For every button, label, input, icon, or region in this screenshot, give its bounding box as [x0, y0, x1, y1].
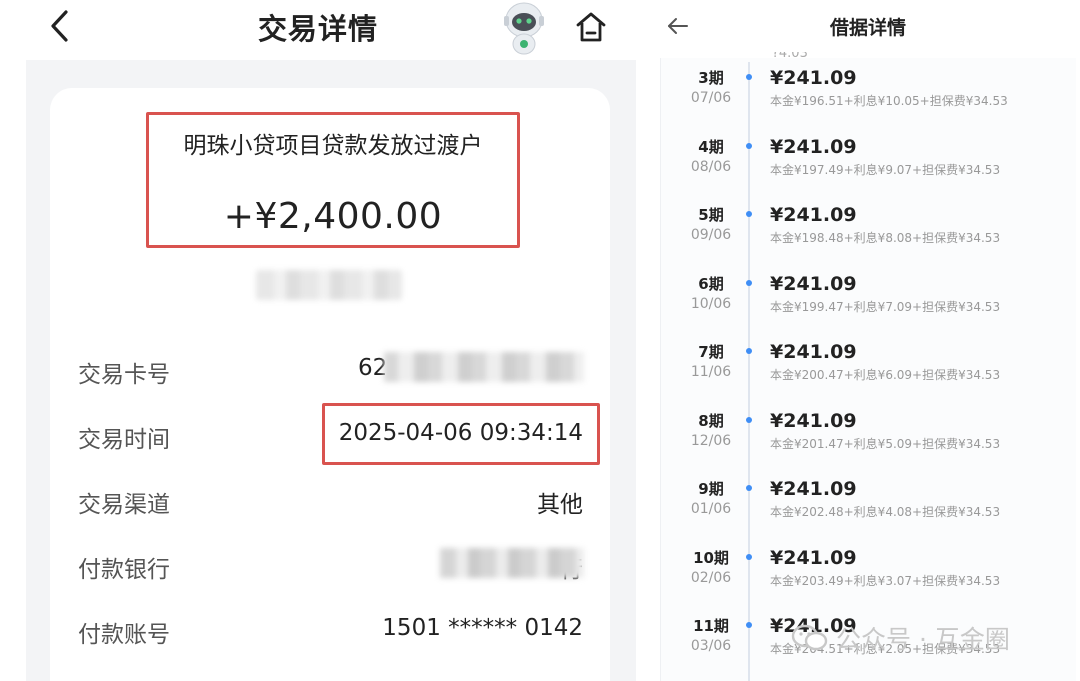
timeline-dot: [746, 280, 752, 286]
channel-value: 其他: [537, 492, 583, 518]
installment-item[interactable]: ¥241.09 本金¥202.48+利息¥4.08+担保费¥34.53: [770, 477, 1000, 521]
installment-item[interactable]: ¥241.09 本金¥197.49+利息¥9.07+担保费¥34.53: [770, 135, 1000, 179]
timeline-dot: [746, 417, 752, 423]
header-bar: 交易详情: [0, 0, 636, 58]
transaction-amount: +¥2,400.00: [223, 196, 443, 237]
timeline-line: [748, 62, 750, 681]
payer-account-label: 付款账号: [78, 622, 170, 648]
installment-item[interactable]: ¥241.09 本金¥198.48+利息¥8.08+担保费¥34.53: [770, 203, 1000, 247]
timeline-dot: [746, 143, 752, 149]
wechat-icon: [791, 624, 828, 651]
watermark-text: 公众号 · 互金圈: [836, 625, 1010, 654]
installment-period: 5期 09/06: [690, 206, 732, 243]
transaction-time-value: 2025-04-06 09:34:14: [338, 420, 583, 446]
blurred-bank-name: [440, 548, 584, 578]
installment-item[interactable]: ¥241.09 本金¥199.47+利息¥7.09+担保费¥34.53: [770, 272, 1000, 316]
installment-item[interactable]: ¥241.09 本金¥200.47+利息¥6.09+担保费¥34.53: [770, 340, 1000, 384]
installment-item[interactable]: ¥241.09 本金¥201.47+利息¥5.09+担保费¥34.53: [770, 409, 1000, 453]
installment-period: 8期 12/06: [690, 412, 732, 449]
card-number-value: 62: [358, 355, 388, 381]
header-bar: 借据详情: [656, 0, 1080, 56]
robot-mascot-icon[interactable]: [498, 0, 550, 56]
installment-item[interactable]: ¥241.09 本金¥203.49+利息¥3.07+担保费¥34.53: [770, 546, 1000, 590]
timeline-dot: [746, 622, 752, 628]
timeline-dot: [746, 348, 752, 354]
transaction-detail-panel: 交易详情 明珠小贷项目贷款发放过渡户 +¥2,400.00 交易卡号 62 交易…: [0, 0, 636, 681]
installment-period: 9期 01/06: [690, 480, 732, 517]
timeline-dot: [746, 74, 752, 80]
installment-period: 7期 11/06: [690, 343, 732, 380]
payer-bank-label: 付款银行: [78, 557, 170, 583]
clipped-previous-detail: ?4.03: [772, 52, 808, 61]
counterparty-name: 明珠小贷项目贷款发放过渡户: [183, 133, 483, 159]
installment-period: 11期 03/06: [690, 617, 732, 654]
installment-period: 4期 08/06: [690, 138, 732, 175]
timeline-dot: [746, 554, 752, 560]
channel-label: 交易渠道: [78, 492, 170, 518]
installment-period: 10期 02/06: [690, 549, 732, 586]
blurred-subtitle: [256, 270, 402, 300]
wechat-watermark: 公众号 · 互金圈: [790, 618, 1060, 658]
card-number-label: 交易卡号: [78, 362, 170, 388]
page-title: 借据详情: [829, 17, 906, 39]
blurred-card-number: [384, 352, 584, 382]
timeline-dot: [746, 211, 752, 217]
home-icon[interactable]: [573, 9, 609, 45]
installment-period: 6期 10/06: [690, 275, 732, 312]
transaction-time-label: 交易时间: [78, 427, 170, 453]
timeline-dot: [746, 485, 752, 491]
installment-period: 3期 07/06: [690, 69, 732, 106]
payer-account-value: 1501 ****** 0142: [382, 615, 583, 641]
installment-item[interactable]: ¥241.09 本金¥196.51+利息¥10.05+担保费¥34.53: [770, 66, 1008, 110]
